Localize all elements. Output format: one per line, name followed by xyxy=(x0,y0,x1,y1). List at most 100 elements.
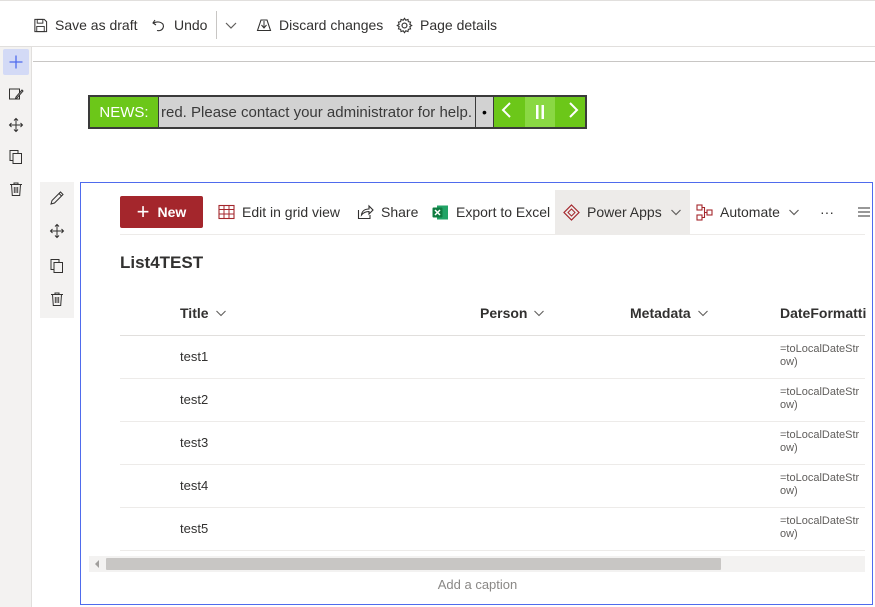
row-title[interactable]: test2 xyxy=(180,392,208,407)
discard-changes-label: Discard changes xyxy=(279,17,384,33)
table-row[interactable]: test1 =toLocalDateStr ow) xyxy=(120,336,865,379)
duplicate-webpart-button[interactable] xyxy=(45,254,69,278)
ticker-controls xyxy=(494,97,585,127)
column-header-label: Person xyxy=(480,305,528,321)
row-date-formatting: =toLocalDateStr ow) xyxy=(780,343,860,368)
export-to-excel-label: Export to Excel xyxy=(456,204,551,220)
move-icon xyxy=(49,223,65,239)
delete-webpart-button[interactable] xyxy=(45,287,69,311)
add-icon xyxy=(9,55,23,69)
scroll-left-icon[interactable] xyxy=(93,560,101,568)
table-row[interactable]: test2 =toLocalDateStr ow) xyxy=(120,379,865,422)
section-toolbar xyxy=(0,47,32,607)
column-header-label: Metadata xyxy=(630,305,691,321)
chevron-down-icon xyxy=(225,22,237,29)
share-icon xyxy=(357,204,374,220)
power-apps-button[interactable]: Power Apps xyxy=(555,190,690,234)
power-apps-label: Power Apps xyxy=(587,204,662,220)
more-icon: ··· xyxy=(820,204,834,220)
move-section-button[interactable] xyxy=(3,112,29,138)
list-title[interactable]: List4TEST xyxy=(120,253,203,273)
menu-icon xyxy=(858,207,870,217)
edit-webpart-button[interactable] xyxy=(45,186,69,210)
automate-button[interactable]: Automate xyxy=(696,190,800,234)
save-icon xyxy=(34,18,48,32)
chevron-down-icon xyxy=(534,310,545,317)
automate-label: Automate xyxy=(720,204,780,220)
horizontal-scrollbar[interactable] xyxy=(89,556,865,572)
delete-icon xyxy=(51,292,63,306)
table-row[interactable]: test4 =toLocalDateStr ow) xyxy=(120,465,865,508)
page-details-label: Page details xyxy=(420,17,498,33)
column-header-dateformatting[interactable]: DateFormatti xyxy=(780,305,866,321)
edit-grid-view-label: Edit in grid view xyxy=(242,204,341,220)
webpart-toolbar xyxy=(40,182,74,318)
share-button[interactable]: Share xyxy=(357,190,418,234)
ticker-label: NEWS: xyxy=(90,97,158,127)
ticker-pause-button[interactable] xyxy=(524,97,555,127)
undo-label: Undo xyxy=(174,17,208,33)
chevron-down-icon xyxy=(789,209,799,216)
caption-input[interactable]: Add a caption xyxy=(81,577,872,592)
column-header-title[interactable]: Title xyxy=(180,305,227,321)
news-ticker: NEWS: red. Please contact your administr… xyxy=(88,95,587,129)
table-row[interactable]: test3 =toLocalDateStr ow) xyxy=(120,422,865,465)
column-header-label: Title xyxy=(180,305,209,321)
list-webpart[interactable]: + New Edit in grid view Share Export to … xyxy=(80,182,873,605)
undo-button[interactable]: Undo xyxy=(151,13,207,37)
add-section-button[interactable] xyxy=(3,49,29,75)
table-row[interactable]: test5 =toLocalDateStr ow) xyxy=(120,508,865,551)
undo-dropdown-button[interactable] xyxy=(224,13,245,37)
command-bar: Save as draft Undo Discard changes Page … xyxy=(0,0,875,47)
row-title[interactable]: test5 xyxy=(180,521,208,536)
gear-icon xyxy=(396,16,413,34)
ticker-dot: • xyxy=(476,97,494,127)
more-commands-button[interactable]: ··· xyxy=(820,190,834,234)
share-label: Share xyxy=(381,204,419,220)
row-title[interactable]: test1 xyxy=(180,349,208,364)
row-title[interactable]: test4 xyxy=(180,478,208,493)
ticker-message[interactable]: red. Please contact your administrator f… xyxy=(158,97,476,127)
ticker-next-button[interactable] xyxy=(566,101,580,124)
scrollbar-thumb[interactable] xyxy=(106,558,721,570)
move-webpart-button[interactable] xyxy=(45,219,69,243)
column-header-person[interactable]: Person xyxy=(480,305,545,321)
duplicate-section-button[interactable] xyxy=(3,144,29,170)
delete-icon xyxy=(10,182,22,196)
delete-section-button[interactable] xyxy=(3,176,29,202)
pause-icon xyxy=(535,105,544,119)
chevron-left-icon xyxy=(501,101,511,118)
duplicate-icon xyxy=(50,259,63,273)
export-to-excel-button[interactable]: Export to Excel xyxy=(432,190,550,234)
new-item-button[interactable]: + New xyxy=(120,196,203,228)
chevron-down-icon xyxy=(215,310,226,317)
duplicate-icon xyxy=(9,150,22,164)
view-options-button[interactable] xyxy=(857,190,872,234)
plus-icon: + xyxy=(136,199,150,224)
page-details-button[interactable]: Page details xyxy=(396,13,497,37)
edit-grid-view-button[interactable]: Edit in grid view xyxy=(218,190,340,234)
row-date-formatting: =toLocalDateStr ow) xyxy=(780,472,860,497)
edit-section-button[interactable] xyxy=(3,81,29,107)
row-title[interactable]: test3 xyxy=(180,435,208,450)
ticker-prev-button[interactable] xyxy=(500,101,514,124)
power-apps-icon xyxy=(563,203,580,221)
automate-icon xyxy=(696,203,713,221)
excel-icon xyxy=(432,205,448,219)
discard-changes-button[interactable]: Discard changes xyxy=(256,13,383,37)
move-icon xyxy=(8,117,24,133)
row-date-formatting: =toLocalDateStr ow) xyxy=(780,429,860,454)
grid-icon xyxy=(218,204,235,220)
chevron-down-icon xyxy=(697,310,708,317)
new-item-label: New xyxy=(157,204,187,220)
command-divider xyxy=(120,234,865,235)
discard-icon xyxy=(256,19,272,32)
save-as-draft-button[interactable]: Save as draft xyxy=(33,13,138,37)
row-date-formatting: =toLocalDateStr ow) xyxy=(780,515,860,540)
edit-section-icon xyxy=(9,88,24,100)
save-as-draft-label: Save as draft xyxy=(55,17,138,33)
toolbar-divider xyxy=(216,11,217,39)
column-header-metadata[interactable]: Metadata xyxy=(630,305,709,321)
pencil-icon xyxy=(50,191,64,205)
row-date-formatting: =toLocalDateStr ow) xyxy=(780,386,860,411)
